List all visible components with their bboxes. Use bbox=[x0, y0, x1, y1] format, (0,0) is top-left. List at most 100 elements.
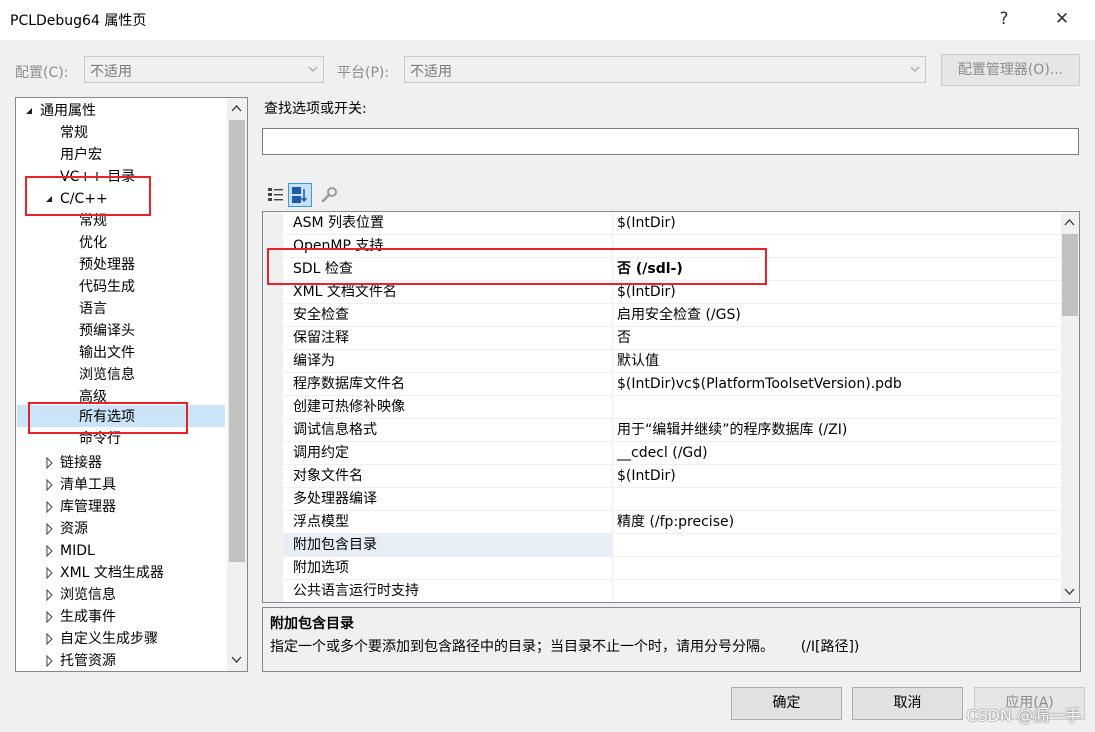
property-row[interactable]: 编译为 默认值 bbox=[283, 350, 1062, 373]
property-row[interactable]: 多处理器编译 bbox=[283, 488, 1062, 511]
expanded-triangle-icon bbox=[26, 108, 32, 114]
tree-item-managed-resources[interactable]: 托管资源 bbox=[44, 650, 116, 671]
collapsed-triangle-icon bbox=[46, 610, 53, 624]
property-name: 浮点模型 bbox=[293, 514, 349, 530]
property-value: $(IntDir)vc$(PlatformToolsetVersion).pdb bbox=[617, 376, 902, 392]
tree-item-code-generation[interactable]: 代码生成 bbox=[79, 276, 135, 298]
tree-item-common-properties[interactable]: 通用属性 bbox=[24, 100, 96, 122]
property-value: __cdecl (/Gd) bbox=[617, 445, 708, 461]
collapsed-triangle-icon bbox=[46, 632, 53, 646]
property-row[interactable]: 程序数据库文件名 $(IntDir)vc$(PlatformToolsetVer… bbox=[283, 373, 1062, 396]
collapsed-triangle-icon bbox=[46, 588, 53, 602]
alphabetical-sort-button[interactable] bbox=[288, 183, 312, 207]
alphabetical-sort-icon bbox=[292, 187, 308, 203]
scroll-down-arrow-icon[interactable] bbox=[228, 651, 245, 668]
tree-item-manifest-tool[interactable]: 清单工具 bbox=[44, 474, 116, 496]
property-row[interactable]: 安全检查 启用安全检查 (/GS) bbox=[283, 304, 1062, 327]
column-divider bbox=[612, 465, 613, 488]
property-name: 调试信息格式 bbox=[293, 422, 377, 438]
column-divider bbox=[612, 511, 613, 534]
property-row[interactable]: 附加选项 bbox=[283, 557, 1062, 580]
column-divider bbox=[612, 534, 613, 557]
chevron-down-icon bbox=[910, 66, 920, 72]
help-button[interactable]: ? bbox=[989, 4, 1019, 34]
tree-item-librarian[interactable]: 库管理器 bbox=[44, 496, 116, 518]
property-pages-wrench-icon[interactable] bbox=[320, 186, 338, 204]
property-row-selected[interactable]: 附加包含目录 bbox=[283, 534, 1062, 557]
config-manager-button[interactable]: 配置管理器(O)... bbox=[941, 54, 1080, 86]
column-divider bbox=[612, 373, 613, 396]
property-name: 附加选项 bbox=[293, 560, 349, 576]
collapsed-triangle-icon bbox=[46, 456, 53, 470]
column-divider bbox=[612, 419, 613, 442]
tree-item-midl[interactable]: MIDL bbox=[44, 540, 95, 562]
platform-combobox[interactable]: 不适用 bbox=[404, 56, 926, 83]
property-grid: ASM 列表位置 $(IntDir) OpenMP 支持 SDL 检查 否 (/… bbox=[262, 211, 1080, 603]
property-value: $(IntDir) bbox=[617, 468, 676, 484]
scroll-up-arrow-icon[interactable] bbox=[1061, 214, 1078, 231]
collapsed-triangle-icon bbox=[46, 522, 53, 536]
tree-item-build-events[interactable]: 生成事件 bbox=[44, 606, 116, 628]
property-row[interactable]: 调用约定 __cdecl (/Gd) bbox=[283, 442, 1062, 465]
column-divider bbox=[612, 327, 613, 350]
config-value: 不适用 bbox=[90, 64, 132, 80]
property-name: 公共语言运行时支持 bbox=[293, 583, 419, 599]
close-button[interactable]: ✕ bbox=[1047, 4, 1077, 34]
search-input[interactable] bbox=[262, 128, 1079, 155]
tree-scrollbar[interactable] bbox=[227, 98, 247, 671]
property-value: 用于“编辑并继续”的程序数据库 (/ZI) bbox=[617, 422, 848, 438]
column-divider bbox=[612, 580, 613, 602]
tree-item-user-macros[interactable]: 用户宏 bbox=[60, 144, 102, 166]
column-divider bbox=[612, 212, 613, 235]
property-row[interactable]: 调试信息格式 用于“编辑并继续”的程序数据库 (/ZI) bbox=[283, 419, 1062, 442]
tree-item-optimization[interactable]: 优化 bbox=[79, 232, 107, 254]
property-tree: 通用属性 常规 用户宏 VC++ 目录 C/C++ 常规 优化 预处理器 代码生… bbox=[15, 97, 248, 672]
column-divider bbox=[612, 396, 613, 419]
ok-button[interactable]: 确定 bbox=[731, 687, 842, 720]
property-name: ASM 列表位置 bbox=[293, 215, 384, 231]
highlight-box-cpp bbox=[25, 176, 151, 216]
property-name: 对象文件名 bbox=[293, 468, 363, 484]
grid-scroll-thumb[interactable] bbox=[1062, 234, 1078, 316]
property-name: 程序数据库文件名 bbox=[293, 376, 405, 392]
property-value: 启用安全检查 (/GS) bbox=[617, 307, 741, 323]
scroll-up-arrow-icon[interactable] bbox=[228, 100, 245, 117]
property-row[interactable]: 公共语言运行时支持 bbox=[283, 580, 1062, 602]
tree-item-language[interactable]: 语言 bbox=[79, 298, 107, 320]
tree-item-browse-info[interactable]: 浏览信息 bbox=[44, 584, 116, 606]
tree-item-linker[interactable]: 链接器 bbox=[44, 452, 102, 474]
tree-item-general[interactable]: 常规 bbox=[60, 122, 88, 144]
tree-item-browse-information[interactable]: 浏览信息 bbox=[79, 364, 135, 386]
scroll-down-arrow-icon[interactable] bbox=[1061, 583, 1078, 600]
property-row[interactable]: 对象文件名 $(IntDir) bbox=[283, 465, 1062, 488]
property-name: 编译为 bbox=[293, 353, 335, 369]
property-toolbar bbox=[262, 181, 1080, 209]
column-divider bbox=[612, 488, 613, 511]
platform-label: 平台(P): bbox=[337, 65, 390, 81]
cancel-button[interactable]: 取消 bbox=[852, 687, 963, 720]
categorized-view-icon[interactable] bbox=[267, 186, 285, 204]
window-title: PCLDebug64 属性页 bbox=[10, 13, 147, 29]
property-row[interactable]: 保留注释 否 bbox=[283, 327, 1062, 350]
property-row[interactable]: 浮点模型 精度 (/fp:precise) bbox=[283, 511, 1062, 534]
column-divider bbox=[612, 350, 613, 373]
tree-item-custom-build-step[interactable]: 自定义生成步骤 bbox=[44, 628, 158, 650]
config-label: 配置(C): bbox=[15, 65, 69, 81]
config-combobox[interactable]: 不适用 bbox=[84, 56, 324, 83]
property-row[interactable]: ASM 列表位置 $(IntDir) bbox=[283, 212, 1062, 235]
collapsed-triangle-icon bbox=[46, 500, 53, 514]
tree-item-precompiled-headers[interactable]: 预编译头 bbox=[79, 320, 135, 342]
property-grid-scrollbar[interactable] bbox=[1061, 212, 1079, 602]
tree-item-output-files[interactable]: 输出文件 bbox=[79, 342, 135, 364]
tree-item-preprocessor[interactable]: 预处理器 bbox=[79, 254, 135, 276]
property-name: 创建可热修补映像 bbox=[293, 399, 405, 415]
tree-scroll-thumb[interactable] bbox=[229, 120, 245, 562]
property-value: $(IntDir) bbox=[617, 215, 676, 231]
search-label: 查找选项或开关: bbox=[264, 101, 367, 117]
property-row[interactable]: 创建可热修补映像 bbox=[283, 396, 1062, 419]
property-name: 安全检查 bbox=[293, 307, 349, 323]
highlight-box-sdl-check bbox=[267, 248, 767, 285]
tree-item-xml-doc-generator[interactable]: XML 文档生成器 bbox=[44, 562, 164, 584]
tree-item-resources[interactable]: 资源 bbox=[44, 518, 88, 540]
property-name: 附加包含目录 bbox=[293, 537, 377, 553]
